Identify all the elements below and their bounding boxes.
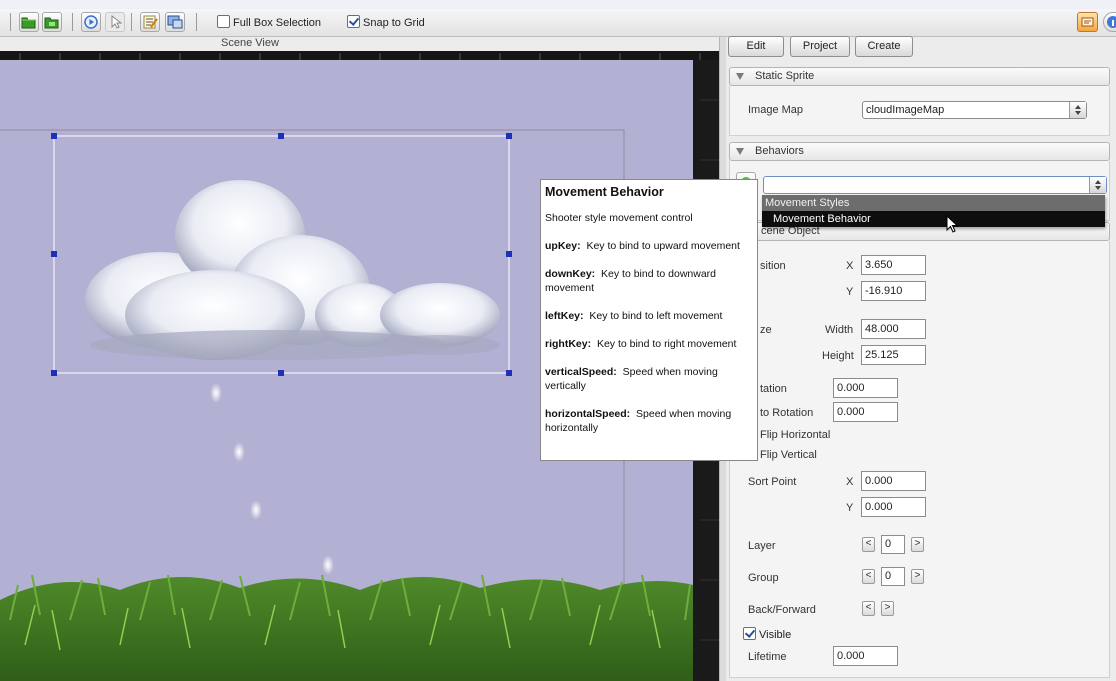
play-icon[interactable] bbox=[81, 12, 101, 32]
full-box-selection-label: Full Box Selection bbox=[233, 17, 322, 29]
sort-point-y-input[interactable]: 0.000 bbox=[861, 497, 926, 517]
toolbar-separator bbox=[72, 13, 73, 31]
param-key: downKey: bbox=[545, 268, 596, 280]
section-title: Static Sprite bbox=[755, 70, 815, 82]
image-map-select[interactable]: cloudImageMap bbox=[862, 101, 1087, 119]
toolbar-separator bbox=[131, 13, 132, 31]
collapse-triangle-icon[interactable] bbox=[736, 148, 744, 155]
group-decrement-button[interactable]: < bbox=[862, 569, 875, 584]
tooltip-param: verticalSpeed: Speed when moving vertica… bbox=[545, 365, 753, 393]
dropdown-item-movement-behavior[interactable]: Movement Behavior bbox=[762, 211, 1105, 227]
position-y-input[interactable]: -16.910 bbox=[861, 281, 926, 301]
tooltip-description: Shooter style movement control bbox=[545, 212, 693, 224]
select-arrows-icon[interactable] bbox=[1069, 102, 1086, 118]
position-y-label: Y bbox=[846, 286, 854, 298]
param-text: Key to bind to left movement bbox=[589, 310, 723, 322]
sort-point-x-input[interactable]: 0.000 bbox=[861, 471, 926, 491]
param-text: Key to bind to upward movement bbox=[586, 240, 740, 252]
grass-sprite bbox=[0, 574, 693, 681]
tab-project[interactable]: Project bbox=[790, 36, 850, 57]
select-arrows-icon[interactable] bbox=[1089, 177, 1106, 193]
sort-point-label: Sort Point bbox=[748, 476, 797, 488]
tooltip-param: downKey: Key to bind to downward movemen… bbox=[545, 267, 753, 295]
layer-decrement-button[interactable]: < bbox=[862, 537, 875, 552]
flip-horizontal-label[interactable]: Flip Horizontal bbox=[760, 429, 830, 441]
auto-rotation-input[interactable]: 0.000 bbox=[833, 402, 898, 422]
param-text: Key to bind to right movement bbox=[596, 338, 737, 350]
save-folder-icon[interactable] bbox=[42, 12, 62, 32]
tooltip-param: rightKey: Key to bind to right movement bbox=[545, 337, 753, 351]
tab-create[interactable]: Create bbox=[855, 36, 913, 57]
section-static-sprite[interactable]: Static Sprite bbox=[729, 67, 1110, 86]
rotation-input[interactable]: 0.000 bbox=[833, 378, 898, 398]
tooltip-param: leftKey: Key to bind to left movement bbox=[545, 309, 753, 323]
collapse-triangle-icon[interactable] bbox=[736, 73, 744, 80]
cloud-sprite[interactable] bbox=[85, 180, 500, 360]
tab-edit[interactable]: Edit bbox=[728, 36, 784, 57]
open-folder-icon[interactable] bbox=[19, 12, 39, 32]
sort-y-label: Y bbox=[846, 502, 854, 514]
edit-script-icon[interactable] bbox=[140, 12, 160, 32]
checkbox-box[interactable] bbox=[217, 15, 230, 28]
position-x-input[interactable]: 3.650 bbox=[861, 255, 926, 275]
rotation-label: tation bbox=[760, 383, 787, 395]
behavior-select[interactable] bbox=[763, 176, 1107, 194]
pointer-icon[interactable] bbox=[105, 12, 125, 32]
section-title: Behaviors bbox=[755, 145, 804, 157]
display-icon[interactable] bbox=[165, 12, 185, 32]
checkbox-box[interactable] bbox=[347, 15, 360, 28]
image-map-value: cloudImageMap bbox=[866, 104, 945, 116]
mouse-cursor-icon bbox=[946, 215, 959, 233]
size-label: ze bbox=[760, 324, 772, 336]
tooltip-param: upKey: Key to bind to upward movement bbox=[545, 239, 753, 253]
toolbar: Full Box Selection Snap to Grid bbox=[0, 9, 1116, 37]
scene-ruler bbox=[0, 51, 720, 60]
full-box-selection-checkbox[interactable]: Full Box Selection bbox=[217, 15, 321, 29]
snap-to-grid-label: Snap to Grid bbox=[363, 17, 425, 29]
group-increment-button[interactable]: > bbox=[911, 569, 924, 584]
behavior-dropdown-list[interactable]: Movement Styles Movement Behavior bbox=[762, 195, 1105, 227]
image-map-label: Image Map bbox=[748, 104, 804, 116]
group-input[interactable]: 0 bbox=[881, 567, 905, 586]
position-x-label: X bbox=[846, 260, 854, 272]
toolbar-separator bbox=[196, 13, 197, 31]
tooltip-param: horizontalSpeed: Speed when moving horiz… bbox=[545, 407, 753, 435]
scene-object-panel: sition X 3.650 Y -16.910 ze Width 48.000… bbox=[729, 241, 1110, 678]
auto-rotation-label: to Rotation bbox=[760, 407, 814, 419]
layer-input[interactable]: 0 bbox=[881, 535, 905, 554]
param-key: leftKey: bbox=[545, 310, 584, 322]
toolbar-separator bbox=[10, 13, 11, 31]
bring-forward-button[interactable]: > bbox=[881, 601, 894, 616]
scene-view-label: Scene View bbox=[221, 37, 279, 49]
lifetime-input[interactable]: 0.000 bbox=[833, 646, 898, 666]
layer-increment-button[interactable]: > bbox=[911, 537, 924, 552]
send-back-button[interactable]: < bbox=[862, 601, 875, 616]
visible-label: Visible bbox=[759, 629, 792, 641]
layer-label: Layer bbox=[748, 540, 776, 552]
param-key: verticalSpeed: bbox=[545, 366, 617, 378]
sort-x-label: X bbox=[846, 476, 854, 488]
group-label: Group bbox=[748, 572, 779, 584]
width-label: Width bbox=[825, 324, 854, 336]
dropdown-group-header: Movement Styles bbox=[762, 195, 1105, 211]
visible-checkbox[interactable]: Visible bbox=[743, 627, 791, 641]
media-icon[interactable] bbox=[1077, 12, 1098, 32]
lifetime-label: Lifetime bbox=[748, 651, 787, 663]
static-sprite-panel: Image Map cloudImageMap bbox=[729, 86, 1110, 136]
param-key: horizontalSpeed: bbox=[545, 408, 631, 420]
snap-to-grid-checkbox[interactable]: Snap to Grid bbox=[347, 15, 425, 29]
checkbox-box[interactable] bbox=[743, 627, 756, 640]
width-input[interactable]: 48.000 bbox=[861, 319, 926, 339]
tooltip-title: Movement Behavior bbox=[545, 185, 664, 199]
height-label: Height bbox=[822, 350, 854, 362]
flip-vertical-label[interactable]: Flip Vertical bbox=[760, 449, 817, 461]
param-key: upKey: bbox=[545, 240, 581, 252]
section-behaviors[interactable]: Behaviors bbox=[729, 142, 1110, 161]
back-forward-label: Back/Forward bbox=[748, 604, 816, 616]
param-key: rightKey: bbox=[545, 338, 592, 350]
position-label: sition bbox=[760, 260, 786, 272]
behavior-tooltip: Movement Behavior Shooter style movement… bbox=[540, 179, 758, 461]
info-icon[interactable] bbox=[1103, 12, 1116, 32]
height-input[interactable]: 25.125 bbox=[861, 345, 926, 365]
